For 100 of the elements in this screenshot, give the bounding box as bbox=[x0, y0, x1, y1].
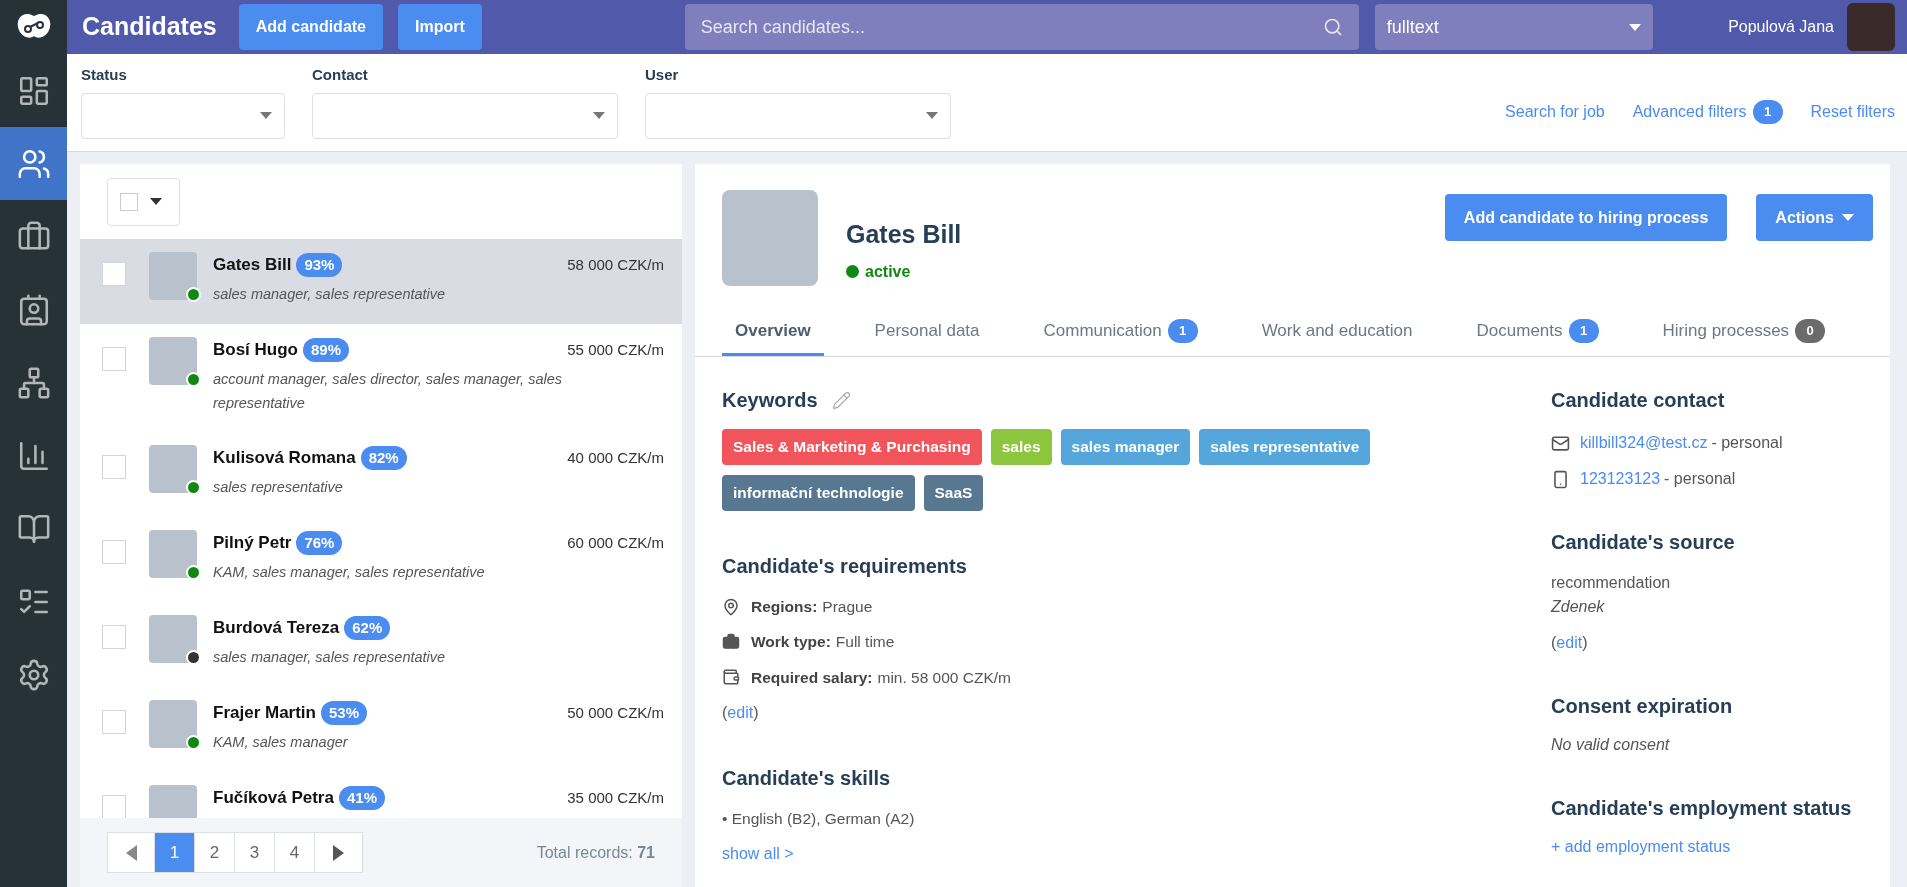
checkbox[interactable] bbox=[102, 795, 126, 818]
keyword-tag: sales manager bbox=[1060, 429, 1191, 465]
photo-placeholder bbox=[149, 337, 197, 385]
page-button[interactable]: 1 bbox=[155, 833, 195, 872]
photo-placeholder bbox=[149, 445, 197, 493]
candidate-name: Fučíková Petra bbox=[213, 787, 334, 809]
tab[interactable]: Communication 1 bbox=[1030, 308, 1211, 356]
add-employment-status-link[interactable]: + add employment status bbox=[1551, 835, 1852, 859]
salary: 35 000 CZK/m bbox=[567, 787, 664, 808]
page-button[interactable]: 3 bbox=[235, 833, 275, 872]
contact-link[interactable]: 123123123 bbox=[1580, 467, 1661, 491]
contact-link[interactable]: killbill324@test.cz bbox=[1580, 431, 1708, 455]
filter-select[interactable] bbox=[312, 92, 618, 139]
candidate-name: Kulisová Romana bbox=[213, 447, 356, 469]
left-arrow-icon bbox=[125, 844, 137, 861]
candidate-row[interactable]: Frajer Martin 53% 50 000 CZK/m KAM, sales manager bbox=[80, 687, 682, 772]
edit-link[interactable]: edit bbox=[1556, 634, 1583, 651]
tab[interactable]: Overview bbox=[722, 308, 824, 356]
filter-link[interactable]: Reset filters bbox=[1810, 99, 1895, 124]
count-badge: 1 bbox=[1568, 318, 1599, 343]
candidate-row[interactable]: Gates Bill 93% 58 000 CZK/m sales manager, sales representative bbox=[80, 239, 682, 324]
checkbox[interactable] bbox=[102, 262, 126, 286]
search-icon bbox=[1322, 17, 1343, 37]
section-heading: Consent expiration bbox=[1551, 694, 1734, 719]
count-badge: 1 bbox=[1167, 318, 1198, 343]
nav-item[interactable] bbox=[0, 127, 67, 200]
tab[interactable]: Hiring processes 0 bbox=[1649, 308, 1839, 356]
checkbox[interactable] bbox=[102, 347, 126, 371]
primary-button[interactable]: Add candidate to hiring process bbox=[1444, 194, 1728, 241]
checkbox[interactable] bbox=[102, 455, 126, 479]
candidate-roles: KAM, sales manager, sales representative bbox=[213, 562, 486, 582]
keyword-tag: SaaS bbox=[923, 475, 984, 511]
envelope-icon bbox=[1551, 433, 1570, 453]
skills-text: • English (B2), German (A2) bbox=[722, 808, 916, 829]
salary: 40 000 CZK/m bbox=[567, 447, 664, 468]
caret-icon bbox=[1842, 214, 1854, 221]
edit-text: (edit) bbox=[722, 702, 760, 723]
candidate-row[interactable]: Kulisová Romana 82% 40 000 CZK/m sales representative bbox=[80, 432, 682, 517]
page-button[interactable]: 4 bbox=[275, 833, 315, 872]
checkbox[interactable] bbox=[102, 625, 126, 649]
search-field[interactable]: Search candidates... bbox=[684, 4, 1359, 50]
caret-icon bbox=[926, 112, 938, 119]
checkbox[interactable] bbox=[120, 192, 138, 211]
candidate-row[interactable]: Burdová Tereza 62% sales manager, sales representative bbox=[80, 602, 682, 687]
match-badge: 82% bbox=[360, 445, 407, 470]
section-heading: Candidate's requirements bbox=[722, 554, 968, 579]
keyword-tag: Sales & Marketing & Purchasing bbox=[722, 429, 982, 465]
org-chart-icon bbox=[16, 365, 51, 400]
header-button[interactable]: Add candidate bbox=[238, 4, 383, 50]
filter-link[interactable]: Advanced filters 1 bbox=[1632, 99, 1783, 124]
filter-select[interactable] bbox=[81, 92, 285, 139]
keyword-tag: informační technologie bbox=[722, 475, 915, 511]
section-heading: Candidate's employment status bbox=[1551, 796, 1852, 821]
caret-icon bbox=[260, 112, 272, 119]
filter-select[interactable] bbox=[645, 92, 951, 139]
match-badge: 89% bbox=[303, 337, 350, 362]
tab[interactable]: Work and education bbox=[1248, 308, 1426, 356]
candidate-roles: account manager, sales director, sales manager, sales representative bbox=[213, 369, 563, 413]
photo-placeholder bbox=[149, 700, 197, 748]
select-all-dropdown[interactable] bbox=[107, 177, 180, 226]
salary: 50 000 CZK/m bbox=[567, 702, 664, 723]
candidate-name: Pilný Petr bbox=[213, 532, 292, 554]
requirement-value: Prague bbox=[822, 597, 873, 617]
phone-icon bbox=[1551, 469, 1570, 489]
keyword-tag: sales bbox=[990, 429, 1052, 465]
show-all-link[interactable]: show all > bbox=[722, 842, 1551, 866]
search-mode-select[interactable]: fulltext bbox=[1374, 4, 1653, 50]
tab[interactable]: Personal data bbox=[861, 308, 993, 356]
requirement-value: min. 58 000 CZK/m bbox=[877, 667, 1011, 688]
requirement-label: Required salary: bbox=[751, 667, 873, 688]
candidate-row[interactable]: Pilný Petr 76% 60 000 CZK/m KAM, sales manager, sales representative bbox=[80, 517, 682, 602]
candidate-roles: KAM, sales manager bbox=[213, 732, 349, 752]
pencil-icon[interactable] bbox=[831, 390, 851, 410]
checkbox[interactable] bbox=[102, 540, 126, 564]
tab[interactable]: Documents 1 bbox=[1463, 308, 1612, 356]
right-arrow-icon bbox=[333, 844, 344, 861]
candidate-name: Gates Bill bbox=[846, 219, 962, 250]
edit-text: (edit) bbox=[1551, 633, 1589, 653]
salary: 60 000 CZK/m bbox=[567, 532, 664, 553]
candidate-row[interactable]: Bosí Hugo 89% 55 000 CZK/m account manager, sales director, sales manager, sales representative bbox=[80, 324, 682, 432]
total-records: Total records: 71 bbox=[536, 842, 655, 863]
checkbox[interactable] bbox=[102, 710, 126, 734]
avatar[interactable] bbox=[1847, 3, 1895, 51]
status-text: active bbox=[865, 261, 911, 282]
actions-dropdown-button[interactable]: Actions bbox=[1756, 194, 1873, 241]
requirement-label: Regions: bbox=[751, 597, 818, 617]
section-heading: Candidate contact bbox=[1551, 388, 1726, 413]
contact-type: - personal bbox=[1711, 433, 1783, 453]
section-heading: Keywords bbox=[722, 388, 818, 413]
header-button[interactable]: Import bbox=[398, 4, 482, 50]
page-button[interactable]: 2 bbox=[195, 833, 235, 872]
source-value: recommendation bbox=[1551, 573, 1672, 593]
briefcase-icon bbox=[722, 632, 740, 651]
photo-placeholder bbox=[149, 252, 197, 300]
edit-link[interactable]: edit bbox=[727, 703, 754, 721]
photo-placeholder bbox=[149, 530, 197, 578]
salary: 55 000 CZK/m bbox=[567, 339, 664, 360]
count-badge: 1 bbox=[1752, 99, 1783, 124]
filter-link[interactable]: Search for job bbox=[1505, 99, 1605, 124]
requirement-label: Work type: bbox=[751, 632, 831, 653]
